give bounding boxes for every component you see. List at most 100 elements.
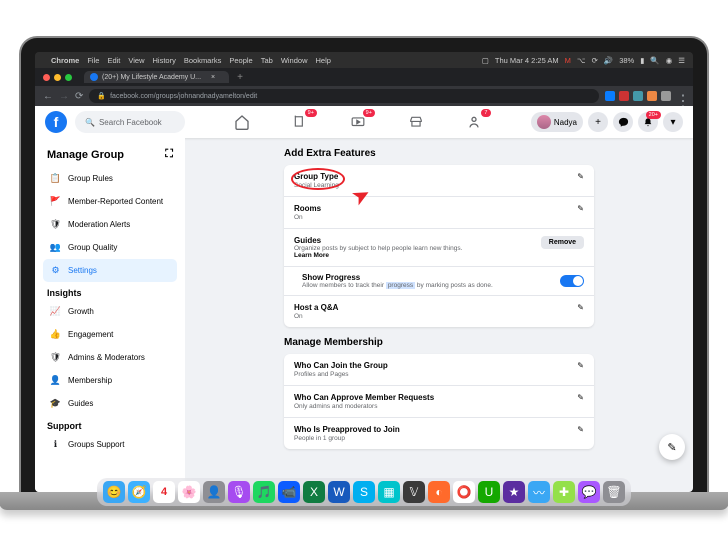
sidebar-item-reported[interactable]: 🚩Member-Reported Content — [43, 190, 177, 213]
toggle-switch[interactable] — [560, 275, 584, 287]
nav-home[interactable] — [228, 110, 256, 134]
sidebar-item-label: Admins & Moderators — [68, 353, 145, 362]
dock-canva[interactable]: ▦ — [378, 481, 400, 492]
menu-window[interactable]: Window — [281, 56, 308, 65]
messenger-button[interactable] — [613, 112, 633, 132]
row-guides: Guides Organize posts by subject to help… — [284, 229, 594, 267]
sidebar-item-moderation[interactable]: 🛡Moderation Alerts — [43, 213, 177, 236]
menu-tab[interactable]: Tab — [261, 56, 273, 65]
volume-icon[interactable]: 🔊 — [604, 56, 613, 65]
remove-button[interactable]: Remove — [541, 236, 584, 249]
url-text: facebook.com/groups/johnandnadyamelton/e… — [110, 93, 257, 100]
dock-calendar[interactable]: 4 — [153, 481, 175, 492]
spotlight-icon[interactable]: 🔍 — [650, 56, 659, 65]
extension-icon[interactable] — [605, 91, 615, 101]
sidebar-item-growth[interactable]: 📈Growth — [43, 300, 177, 323]
back-button[interactable]: ← — [43, 91, 53, 102]
wifi-icon[interactable]: ⟳ — [592, 56, 598, 65]
dock-skype[interactable]: S — [353, 481, 375, 492]
sidebar-item-groups-support[interactable]: ℹGroups Support — [43, 433, 177, 456]
menu-help[interactable]: Help — [316, 56, 331, 65]
edit-icon[interactable]: ✎ — [577, 393, 584, 402]
menubar-app[interactable]: Chrome — [51, 56, 79, 65]
row-preapproved[interactable]: Who Is Preapproved to Join People in 1 g… — [284, 418, 594, 449]
dock-finder[interactable]: 😊 — [103, 481, 125, 492]
edit-fab[interactable]: ✎ — [659, 434, 685, 460]
extension-icon[interactable] — [619, 91, 629, 101]
menu-icon[interactable]: ☰ — [678, 56, 685, 65]
extension-icon[interactable] — [633, 91, 643, 101]
reload-button[interactable]: ⟳ — [75, 91, 83, 102]
row-rooms[interactable]: Rooms On ✎ — [284, 197, 594, 229]
nav-marketplace[interactable] — [402, 110, 430, 134]
facebook-logo[interactable]: f — [45, 111, 67, 133]
airplay-icon[interactable]: ▢ — [482, 56, 489, 65]
edit-icon[interactable]: ✎ — [577, 172, 584, 181]
menu-history[interactable]: History — [153, 56, 176, 65]
create-button[interactable]: + — [588, 112, 608, 132]
minimize-window[interactable] — [54, 74, 61, 81]
dock-wave[interactable]: 〰 — [528, 481, 550, 492]
user-name: Nadya — [554, 118, 577, 127]
dock-zoom[interactable]: 📹 — [278, 481, 300, 492]
siri-icon[interactable]: ◉ — [666, 56, 673, 65]
sidebar-item-engagement[interactable]: 👍Engagement — [43, 323, 177, 346]
account-button[interactable]: ▾ — [663, 112, 683, 132]
menu-file[interactable]: File — [87, 56, 99, 65]
dock-imovie[interactable]: ★ — [503, 481, 525, 492]
sidebar-item-group-rules[interactable]: 📋Group Rules — [43, 167, 177, 190]
bluetooth-icon[interactable]: ⌥ — [577, 56, 586, 65]
sidebar-item-quality[interactable]: 👥Group Quality — [43, 236, 177, 259]
learn-more-link[interactable]: Learn More — [294, 252, 462, 259]
notifications-button[interactable]: 20+ — [638, 112, 658, 132]
dock-upwork[interactable]: U — [478, 481, 500, 492]
extension-icon[interactable] — [661, 91, 671, 101]
dock-photos[interactable]: 🌸 — [178, 481, 200, 492]
dock-excel[interactable]: X — [303, 481, 325, 492]
row-group-type[interactable]: Group Type Social Learning ✎ ➤ — [284, 165, 594, 197]
search-input[interactable]: 🔍 Search Facebook — [75, 111, 185, 133]
dock-contacts[interactable]: 👤 — [203, 481, 225, 492]
browser-tab[interactable]: (20+) My Lifestyle Academy U... × — [84, 71, 229, 83]
tab-close-icon[interactable]: × — [211, 74, 215, 81]
menu-bookmarks[interactable]: Bookmarks — [184, 56, 222, 65]
sidebar-item-label: Growth — [68, 307, 94, 316]
dock-chrome[interactable]: ⭕ — [453, 481, 475, 492]
dock-messenger[interactable]: 💬 — [578, 481, 600, 492]
profile-chip[interactable]: Nadya — [531, 112, 583, 132]
sidebar-item-membership[interactable]: 👤Membership — [43, 369, 177, 392]
menu-edit[interactable]: Edit — [107, 56, 120, 65]
forward-button[interactable]: → — [59, 91, 69, 102]
sidebar-item-settings[interactable]: ⚙Settings — [43, 259, 177, 282]
gmail-icon[interactable]: M — [565, 56, 571, 65]
menu-view[interactable]: View — [128, 56, 144, 65]
nav-watch[interactable]: 9+ — [344, 110, 372, 134]
close-window[interactable] — [43, 74, 50, 81]
dock-safari[interactable]: 🧭 — [128, 481, 150, 492]
dock-streamyard[interactable]: 𝕍 — [403, 481, 425, 492]
menu-people[interactable]: People — [229, 56, 252, 65]
dock-word[interactable]: W — [328, 481, 350, 492]
row-who-join[interactable]: Who Can Join the Group Profiles and Page… — [284, 354, 594, 386]
row-who-approve[interactable]: Who Can Approve Member Requests Only adm… — [284, 386, 594, 418]
maximize-window[interactable] — [65, 74, 72, 81]
dock-trash[interactable]: 🗑 — [603, 481, 625, 492]
sidebar-expand-icon[interactable]: ⛶ — [165, 148, 173, 161]
sidebar-item-admins[interactable]: 🛡Admins & Moderators — [43, 346, 177, 369]
nav-pages[interactable]: 9+ — [286, 110, 314, 134]
edit-icon[interactable]: ✎ — [577, 425, 584, 434]
nav-groups[interactable]: 7 — [460, 110, 488, 134]
address-bar[interactable]: 🔒 facebook.com/groups/johnandnadyamelton… — [89, 89, 599, 103]
edit-icon[interactable]: ✎ — [577, 204, 584, 213]
dock-podcasts[interactable]: 🎙 — [228, 481, 250, 492]
dock-exp[interactable]: ✚ — [553, 481, 575, 492]
chrome-menu-icon[interactable]: ⋮ — [675, 91, 685, 101]
edit-icon[interactable]: ✎ — [577, 303, 584, 312]
new-tab-button[interactable]: + — [237, 72, 243, 83]
dock-cleanmymac[interactable]: ◐ — [428, 481, 450, 492]
row-qa[interactable]: Host a Q&A On ✎ — [284, 296, 594, 327]
sidebar-item-guides[interactable]: 🎓Guides — [43, 392, 177, 415]
dock-spotify[interactable]: 🎵 — [253, 481, 275, 492]
extension-icon[interactable] — [647, 91, 657, 101]
edit-icon[interactable]: ✎ — [577, 361, 584, 370]
